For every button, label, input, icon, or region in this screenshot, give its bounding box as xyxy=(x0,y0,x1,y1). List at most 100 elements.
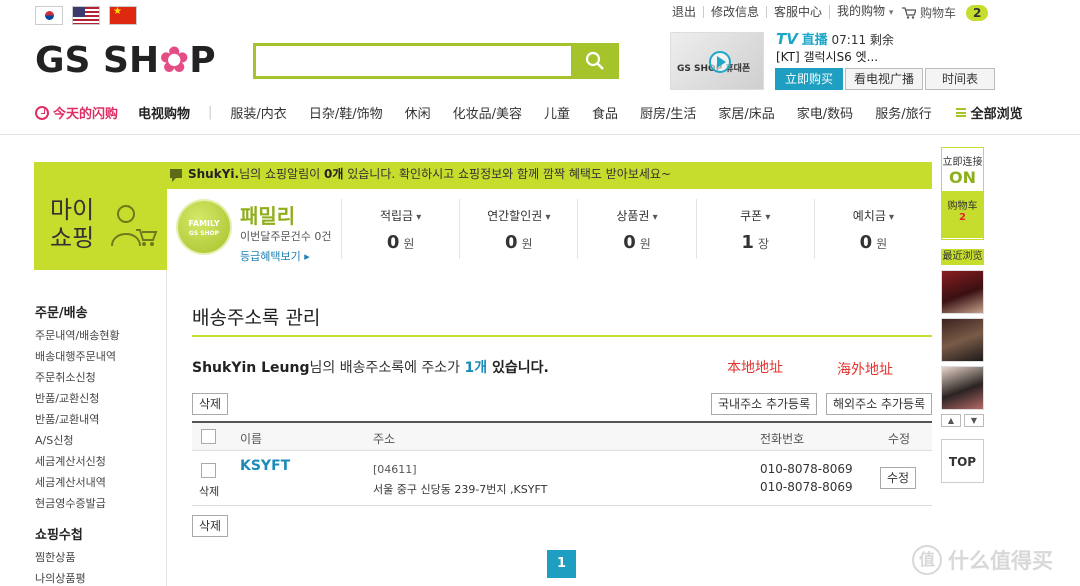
sidebar-item[interactable]: 세금계산서신청 xyxy=(35,451,165,472)
language-flags xyxy=(35,6,137,25)
delete-button[interactable]: 삭제 xyxy=(192,393,229,415)
notice-body: 님의 쇼핑알림이 xyxy=(239,167,324,181)
member-stats: 적립금 0원 연간할인권 0원 상품권 0원 쿠폰 1장 예치금 0원 xyxy=(341,199,932,259)
phone-2: 010-8078-8069 xyxy=(760,480,853,494)
rail-cart[interactable]: 购物车 2 xyxy=(942,192,983,238)
table-header xyxy=(192,423,932,451)
tv-live-thumbnail[interactable]: GS SHOP 휴대폰 xyxy=(670,32,764,90)
badge-line-1: FAMILY xyxy=(188,219,220,228)
back-to-top-button[interactable]: TOP xyxy=(941,439,984,483)
watermark-icon: 值 xyxy=(912,545,942,575)
nav-category[interactable]: 家居/床品 xyxy=(718,103,774,122)
row-checkbox[interactable] xyxy=(201,463,216,478)
sidebar-item[interactable]: A/S신청 xyxy=(35,430,165,451)
col-edit: 수정 xyxy=(888,432,911,446)
row-delete-link[interactable]: 삭제 xyxy=(199,483,219,499)
summary-mid: 님의 배송주소록에 주소가 xyxy=(309,360,465,376)
select-all-checkbox[interactable] xyxy=(201,429,216,444)
col-name: 이름 xyxy=(240,432,263,446)
tv-live-status: TV 直播 07:11 剩余 xyxy=(776,29,894,48)
my-shopping-link[interactable]: 我的购物 ▾ xyxy=(829,5,900,19)
chevron-up-icon[interactable]: ▲ xyxy=(941,414,961,427)
flash-sale-link[interactable]: 今天的闪购 xyxy=(35,103,118,122)
cart-link[interactable]: 购物车 2 xyxy=(902,4,989,21)
stat-value: 0 xyxy=(859,232,873,253)
stat-label: 상품권 xyxy=(578,207,695,224)
sidebar-item[interactable]: 배송대행주문내역 xyxy=(35,346,165,367)
stat-coupon[interactable]: 쿠폰 1장 xyxy=(695,199,814,259)
nav-category[interactable]: 休闲 xyxy=(405,103,431,122)
sidebar-item[interactable]: 주문취소신청 xyxy=(35,367,165,388)
tv-product-name[interactable]: [KT] 갤럭시S6 엣... xyxy=(776,48,878,65)
nav-category[interactable]: 儿童 xyxy=(544,103,570,122)
chevron-down-icon[interactable]: ▼ xyxy=(964,414,984,427)
nav-category[interactable]: 化妆品/美容 xyxy=(453,103,522,122)
sidebar-item[interactable]: 주문내역/배송현황 xyxy=(35,325,165,346)
sidebar-item[interactable]: 현금영수증발급 xyxy=(35,493,165,514)
page-number-current[interactable]: 1 xyxy=(547,550,576,578)
stat-unit: 장 xyxy=(757,237,769,251)
chinese-flag-icon[interactable] xyxy=(109,6,137,25)
grade-benefit-link[interactable]: 등급혜택보기 ▸ xyxy=(240,248,310,264)
add-overseas-address-button[interactable]: 해외주소 추가등록 xyxy=(826,393,933,415)
sidebar-divider xyxy=(166,270,167,586)
stat-value: 0 xyxy=(623,232,636,253)
logout-link[interactable]: 退出 xyxy=(665,6,703,18)
search-button[interactable] xyxy=(571,43,619,79)
nav-category[interactable]: 食品 xyxy=(592,103,618,122)
nav-category[interactable]: 厨房/生活 xyxy=(640,103,696,122)
nav-category[interactable]: 服务/旅行 xyxy=(875,103,931,122)
sidebar-item[interactable]: 세금계산서내역 xyxy=(35,472,165,493)
nav-category[interactable]: 日杂/鞋/饰物 xyxy=(309,103,383,122)
page-title: 배송주소록 관리 xyxy=(192,307,321,329)
stat-deposit[interactable]: 예치금 0원 xyxy=(813,199,932,259)
shopping-notice[interactable]: ShukYi.님의 쇼핑알림이 0개 있습니다. 확인하시고 쇼핑정보와 함께 … xyxy=(170,165,671,182)
address-line: 서울 중구 신당동 239-7번지 ,KSYFT xyxy=(373,483,548,496)
tv-shopping-link[interactable]: 电视购物 xyxy=(138,103,190,122)
sidebar-item[interactable]: 나의상품평 xyxy=(35,568,165,586)
address-summary: ShukYin Leung님의 배송주소록에 주소가 1개 있습니다. xyxy=(192,357,549,377)
edit-info-link[interactable]: 修改信息 xyxy=(703,6,766,18)
recent-product-thumbnail[interactable] xyxy=(941,270,984,314)
gs-shop-logo[interactable]: GS SH✿P xyxy=(35,40,216,81)
watch-tv-button[interactable]: 看电视广播 xyxy=(845,68,924,90)
buy-now-button[interactable]: 立即购买 xyxy=(775,68,843,90)
family-grade-badge: FAMILY GS SHOP xyxy=(178,201,230,253)
play-icon xyxy=(709,51,731,73)
rail-cart-count: 2 xyxy=(959,212,966,223)
stat-label: 적립금 xyxy=(342,207,459,224)
sidebar-item[interactable]: 찜한상품 xyxy=(35,547,165,568)
korean-flag-icon[interactable] xyxy=(35,6,63,25)
quick-connect-state: ON xyxy=(942,168,983,192)
schedule-button[interactable]: 时间表 xyxy=(925,68,996,90)
sidebar-item[interactable]: 반품/교환신청 xyxy=(35,388,165,409)
category-nav: 今天的闪购 电视购物 | 服装/内衣 日杂/鞋/饰物 休闲 化妆品/美容 儿童 … xyxy=(35,103,1023,122)
summary-user: ShukYin Leung xyxy=(192,360,310,376)
quick-connect-label: 立即连接 xyxy=(942,157,983,168)
customer-center-link[interactable]: 客服中心 xyxy=(766,6,829,18)
stat-gift-card[interactable]: 상품권 0원 xyxy=(577,199,695,259)
english-flag-icon[interactable] xyxy=(72,6,100,25)
watermark: 值 什么值得买 xyxy=(912,545,1053,575)
stat-value-wrap: 1장 xyxy=(697,232,814,253)
search-bar xyxy=(253,43,619,79)
nav-category[interactable]: 服装/内衣 xyxy=(230,103,286,122)
edit-address-button[interactable]: 수정 xyxy=(880,467,917,489)
add-domestic-address-button[interactable]: 국내주소 추가등록 xyxy=(711,393,818,415)
summary-count: 1개 xyxy=(464,360,488,376)
recent-product-thumbnail[interactable] xyxy=(941,366,984,410)
stat-points[interactable]: 적립금 0원 xyxy=(341,199,459,259)
sidebar-section-notebook: 쇼핑수첩 xyxy=(35,528,83,543)
search-input[interactable] xyxy=(256,46,571,76)
recent-scroll-controls: ▲ ▼ xyxy=(941,414,984,427)
title-underline xyxy=(192,335,932,337)
delete-button-bottom[interactable]: 삭제 xyxy=(192,515,229,537)
browse-all-link[interactable]: 全部浏览 xyxy=(955,103,1023,122)
sidebar-item[interactable]: 반품/교환내역 xyxy=(35,409,165,430)
nav-category[interactable]: 家电/数码 xyxy=(797,103,853,122)
my-shopping-title: 마이 쇼핑 xyxy=(50,196,94,252)
quick-connect-widget[interactable]: 立即连接 ON 购物车 2 xyxy=(941,147,984,240)
address-zip: [04611] xyxy=(373,463,417,476)
recent-product-thumbnail[interactable] xyxy=(941,318,984,362)
stat-annual-discount[interactable]: 연간할인권 0원 xyxy=(459,199,577,259)
